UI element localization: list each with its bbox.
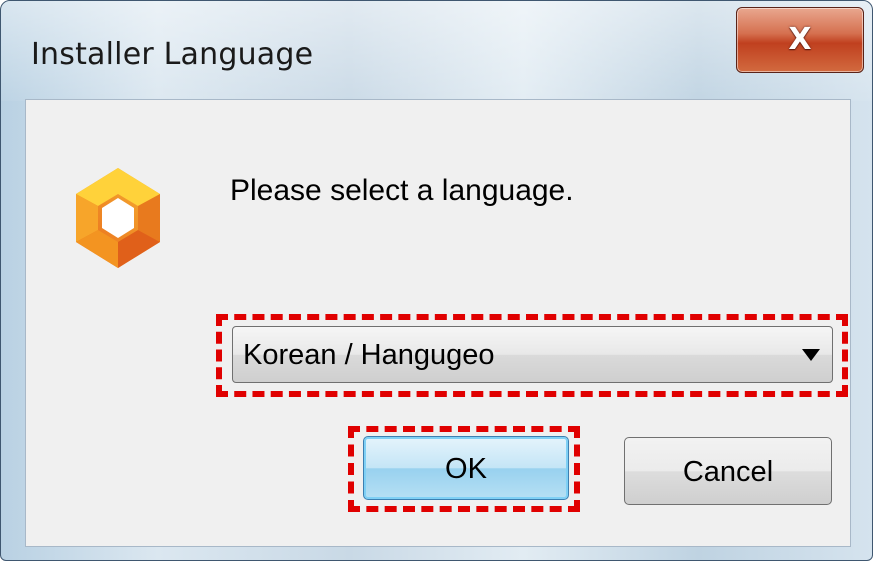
language-select[interactable]: Korean / Hangugeo [232,326,833,383]
chevron-down-icon[interactable] [802,349,820,361]
close-button[interactable]: X [736,7,864,73]
dialog-body: Please select a language. Korean / Hangu… [25,99,851,547]
cancel-button[interactable]: Cancel [624,437,832,505]
title-bar[interactable]: Installer Language X [1,1,872,99]
close-icon: X [788,22,812,57]
window-title: Installer Language [31,37,314,72]
installer-language-window: Installer Language X Please select a lan… [0,0,873,561]
language-select-value: Korean / Hangugeo [243,339,495,371]
ok-button[interactable]: OK [363,436,569,500]
language-prompt: Please select a language. [230,174,574,207]
installer-logo-icon [76,168,160,268]
